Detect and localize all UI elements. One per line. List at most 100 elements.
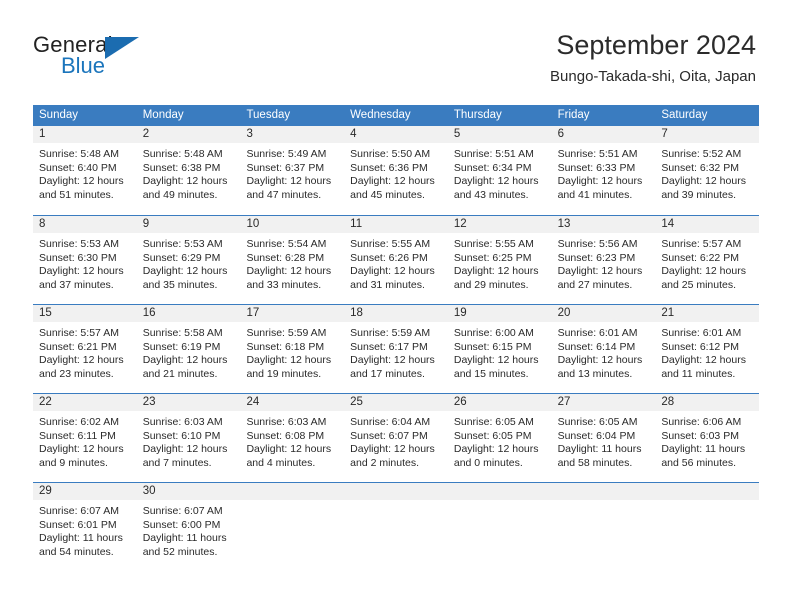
day-cell[interactable]: 6 Sunrise: 5:51 AM Sunset: 6:33 PM Dayli… <box>551 126 656 215</box>
daylight-text-line2: and 45 minutes. <box>350 188 425 201</box>
day-cell[interactable]: 11 Sunrise: 5:55 AM Sunset: 6:26 PM Dayl… <box>344 216 448 304</box>
day-cell[interactable]: 24 Sunrise: 6:03 AM Sunset: 6:08 PM Dayl… <box>240 394 345 482</box>
week-row: 29 Sunrise: 6:07 AM Sunset: 6:01 PM Dayl… <box>33 482 760 571</box>
day-cell-empty <box>655 483 760 571</box>
daylight-text-line2: and 0 minutes. <box>453 456 523 469</box>
day-cell[interactable]: 17 Sunrise: 5:59 AM Sunset: 6:18 PM Dayl… <box>240 305 345 393</box>
day-number: 6 <box>551 126 656 143</box>
day-number <box>240 483 345 500</box>
day-number: 16 <box>136 305 241 322</box>
day-cell[interactable]: 12 Sunrise: 5:55 AM Sunset: 6:25 PM Dayl… <box>447 216 552 304</box>
day-cell[interactable]: 21 Sunrise: 6:01 AM Sunset: 6:12 PM Dayl… <box>655 305 760 393</box>
sunrise-text: Sunrise: 5:55 AM <box>453 238 534 250</box>
day-cell[interactable]: 22 Sunrise: 6:02 AM Sunset: 6:11 PM Dayl… <box>33 394 137 482</box>
daylight-text-line1: Daylight: 12 hours <box>661 265 746 277</box>
sunset-text: Sunset: 6:33 PM <box>557 161 636 174</box>
day-cell[interactable]: 16 Sunrise: 5:58 AM Sunset: 6:19 PM Dayl… <box>136 305 241 393</box>
day-cell[interactable]: 13 Sunrise: 5:56 AM Sunset: 6:23 PM Dayl… <box>551 216 656 304</box>
day-number: 1 <box>33 126 137 143</box>
daylight-text-line2: and 27 minutes. <box>557 278 633 291</box>
sunrise-text: Sunrise: 5:57 AM <box>661 238 742 250</box>
day-details: Sunrise: 5:51 AM Sunset: 6:33 PM Dayligh… <box>552 143 656 202</box>
sunset-text: Sunset: 6:08 PM <box>246 429 325 442</box>
daylight-text-line2: and 11 minutes. <box>661 367 736 380</box>
day-cell[interactable]: 26 Sunrise: 6:05 AM Sunset: 6:05 PM Dayl… <box>447 394 552 482</box>
daylight-text-line1: Daylight: 12 hours <box>453 354 539 366</box>
daylight-text-line2: and 51 minutes. <box>39 188 114 201</box>
day-cell[interactable]: 1 Sunrise: 5:48 AM Sunset: 6:40 PM Dayli… <box>33 126 137 215</box>
day-details: Sunrise: 5:53 AM Sunset: 6:30 PM Dayligh… <box>33 233 137 292</box>
day-details: Sunrise: 5:55 AM Sunset: 6:26 PM Dayligh… <box>344 233 448 292</box>
sunrise-text: Sunrise: 5:56 AM <box>557 238 638 250</box>
day-cell[interactable]: 27 Sunrise: 6:05 AM Sunset: 6:04 PM Dayl… <box>551 394 656 482</box>
day-cell[interactable]: 23 Sunrise: 6:03 AM Sunset: 6:10 PM Dayl… <box>136 394 241 482</box>
daylight-text-line2: and 41 minutes. <box>557 188 633 201</box>
sunrise-text: Sunrise: 5:54 AM <box>246 238 327 250</box>
weekday-header-friday: Friday <box>557 109 590 121</box>
week-row: 8 Sunrise: 5:53 AM Sunset: 6:30 PM Dayli… <box>33 215 760 304</box>
daylight-text-line2: and 15 minutes. <box>453 367 529 380</box>
day-cell-empty <box>344 483 448 571</box>
sunset-text: Sunset: 6:23 PM <box>557 251 636 264</box>
sunrise-text: Sunrise: 5:51 AM <box>557 148 638 160</box>
day-number: 20 <box>551 305 656 322</box>
day-cell[interactable]: 10 Sunrise: 5:54 AM Sunset: 6:28 PM Dayl… <box>240 216 345 304</box>
daylight-text-line2: and 23 minutes. <box>39 367 114 380</box>
sunset-text: Sunset: 6:11 PM <box>39 429 116 442</box>
day-details: Sunrise: 6:02 AM Sunset: 6:11 PM Dayligh… <box>33 411 137 470</box>
day-details: Sunrise: 6:05 AM Sunset: 6:05 PM Dayligh… <box>448 411 552 470</box>
day-details: Sunrise: 6:04 AM Sunset: 6:07 PM Dayligh… <box>344 411 448 470</box>
sunset-text: Sunset: 6:18 PM <box>246 340 325 353</box>
day-number: 29 <box>33 483 137 500</box>
daylight-text-line1: Daylight: 12 hours <box>246 175 332 187</box>
daylight-text-line2: and 7 minutes. <box>142 456 212 469</box>
day-cell[interactable]: 2 Sunrise: 5:48 AM Sunset: 6:38 PM Dayli… <box>136 126 241 215</box>
day-number: 14 <box>655 216 760 233</box>
day-cell[interactable]: 30 Sunrise: 6:07 AM Sunset: 6:00 PM Dayl… <box>136 483 241 571</box>
sunrise-text: Sunrise: 5:53 AM <box>39 238 119 250</box>
day-cell[interactable]: 18 Sunrise: 5:59 AM Sunset: 6:17 PM Dayl… <box>344 305 448 393</box>
sunset-text: Sunset: 6:25 PM <box>453 251 532 264</box>
daylight-text-line1: Daylight: 12 hours <box>39 265 124 277</box>
day-cell[interactable]: 29 Sunrise: 6:07 AM Sunset: 6:01 PM Dayl… <box>33 483 137 571</box>
daylight-text-line2: and 58 minutes. <box>557 456 633 469</box>
sunset-text: Sunset: 6:37 PM <box>246 161 325 174</box>
daylight-text-line2: and 17 minutes. <box>350 367 425 380</box>
sunrise-text: Sunrise: 6:05 AM <box>557 416 638 428</box>
daylight-text-line1: Daylight: 12 hours <box>661 354 746 366</box>
day-cell[interactable]: 14 Sunrise: 5:57 AM Sunset: 6:22 PM Dayl… <box>655 216 760 304</box>
day-cell[interactable]: 15 Sunrise: 5:57 AM Sunset: 6:21 PM Dayl… <box>33 305 137 393</box>
daylight-text-line1: Daylight: 12 hours <box>39 354 124 366</box>
daylight-text-line2: and 54 minutes. <box>39 545 114 558</box>
day-cell[interactable]: 25 Sunrise: 6:04 AM Sunset: 6:07 PM Dayl… <box>344 394 448 482</box>
brand-logo[interactable]: General Blue <box>33 32 163 80</box>
day-cell[interactable]: 7 Sunrise: 5:52 AM Sunset: 6:32 PM Dayli… <box>655 126 760 215</box>
day-details: Sunrise: 6:06 AM Sunset: 6:03 PM Dayligh… <box>655 411 759 470</box>
day-details: Sunrise: 5:59 AM Sunset: 6:17 PM Dayligh… <box>344 322 448 381</box>
day-cell[interactable]: 5 Sunrise: 5:51 AM Sunset: 6:34 PM Dayli… <box>447 126 552 215</box>
day-number: 23 <box>136 394 241 411</box>
day-details: Sunrise: 5:55 AM Sunset: 6:25 PM Dayligh… <box>448 233 552 292</box>
day-number: 19 <box>447 305 552 322</box>
day-cell[interactable]: 4 Sunrise: 5:50 AM Sunset: 6:36 PM Dayli… <box>344 126 448 215</box>
day-number: 17 <box>240 305 345 322</box>
day-cell[interactable]: 8 Sunrise: 5:53 AM Sunset: 6:30 PM Dayli… <box>33 216 137 304</box>
daylight-text-line2: and 25 minutes. <box>661 278 737 291</box>
daylight-text-line1: Daylight: 11 hours <box>39 532 123 544</box>
weekday-header-tuesday: Tuesday <box>246 109 291 121</box>
sunrise-text: Sunrise: 5:58 AM <box>142 327 223 339</box>
day-details: Sunrise: 6:00 AM Sunset: 6:15 PM Dayligh… <box>448 322 552 381</box>
day-cell[interactable]: 9 Sunrise: 5:53 AM Sunset: 6:29 PM Dayli… <box>136 216 241 304</box>
daylight-text-line1: Daylight: 12 hours <box>246 265 332 277</box>
day-cell[interactable]: 20 Sunrise: 6:01 AM Sunset: 6:14 PM Dayl… <box>551 305 656 393</box>
day-details: Sunrise: 6:05 AM Sunset: 6:04 PM Dayligh… <box>552 411 656 470</box>
day-number <box>655 483 760 500</box>
sunrise-text: Sunrise: 5:48 AM <box>39 148 119 160</box>
daylight-text-line1: Daylight: 12 hours <box>142 354 228 366</box>
day-cell[interactable]: 3 Sunrise: 5:49 AM Sunset: 6:37 PM Dayli… <box>240 126 345 215</box>
day-cell[interactable]: 19 Sunrise: 6:00 AM Sunset: 6:15 PM Dayl… <box>447 305 552 393</box>
daylight-text-line1: Daylight: 12 hours <box>350 354 435 366</box>
day-cell[interactable]: 28 Sunrise: 6:06 AM Sunset: 6:03 PM Dayl… <box>655 394 760 482</box>
daylight-text-line1: Daylight: 12 hours <box>39 443 124 455</box>
day-details: Sunrise: 6:03 AM Sunset: 6:08 PM Dayligh… <box>240 411 344 470</box>
